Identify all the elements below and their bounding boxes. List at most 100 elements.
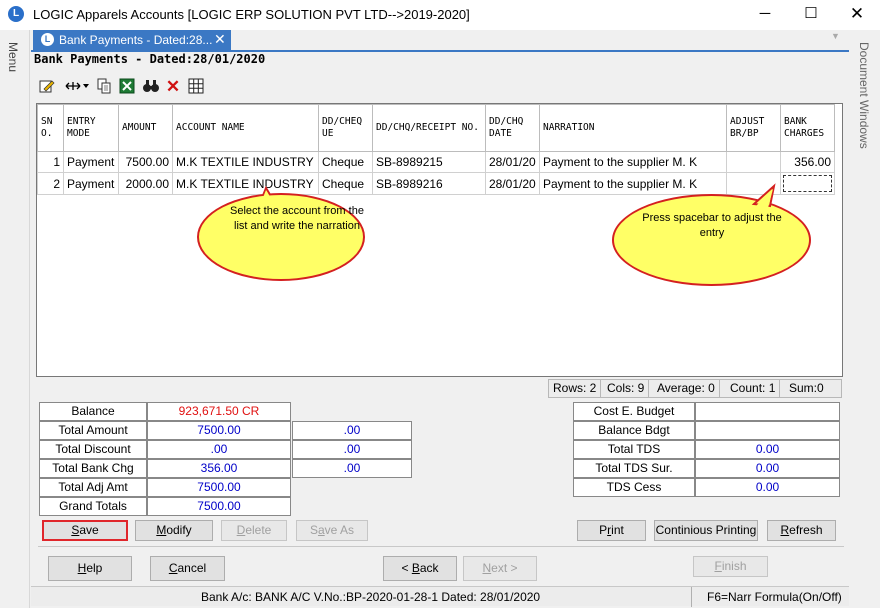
total-tds-label: Total TDS xyxy=(573,440,695,459)
cell-amount[interactable]: 2000.00 xyxy=(118,172,173,195)
close-window-button[interactable]: ✕ xyxy=(834,0,880,30)
total-amount-label: Total Amount xyxy=(39,421,147,440)
total-tds-sur-value: 0.00 xyxy=(695,459,840,478)
logic-logo-icon: L xyxy=(8,6,24,22)
table-row[interactable]: 1 Payment 7500.00 M.K TEXTILE INDUSTRY C… xyxy=(37,151,835,173)
cell-chq-date[interactable]: 28/01/20 xyxy=(485,151,540,173)
balance-bdgt-label: Balance Bdgt xyxy=(573,421,695,440)
edit-icon[interactable] xyxy=(38,78,56,96)
callout-pointer-adjust xyxy=(751,183,776,208)
status-rows: Rows: 2 xyxy=(549,380,602,397)
cell-dd-cheque[interactable]: Cheque xyxy=(318,151,373,173)
menu-label[interactable]: Menu xyxy=(6,42,20,72)
logic-logo-icon: L xyxy=(41,33,54,46)
excel-icon[interactable] xyxy=(118,78,136,96)
callout-adjust-text: Press spacebar to adjust the entry xyxy=(642,212,782,239)
help-button[interactable]: Help xyxy=(48,556,132,581)
status-divider xyxy=(691,587,692,607)
total-bank-chg-value: 356.00 xyxy=(147,459,291,478)
continious-printing-button[interactable]: Continious Printing xyxy=(654,520,758,541)
menu-sidebar[interactable] xyxy=(0,30,30,608)
callout-pointer-account-fill xyxy=(259,190,276,206)
col-header-amount[interactable]: AMOUNT xyxy=(118,104,173,152)
cell-narration[interactable]: Payment to the supplier M. K xyxy=(539,172,727,195)
delete-button[interactable]: Delete xyxy=(221,520,287,541)
col-header-receipt-no[interactable]: DD/CHQ/RECEIPT NO. xyxy=(372,104,486,152)
delete-row-icon[interactable]: ✕ xyxy=(164,78,182,96)
cell-receipt-no[interactable]: SB-8989215 xyxy=(372,151,486,173)
cell-chq-date[interactable]: 28/01/20 xyxy=(485,172,540,195)
refresh-button[interactable]: Refresh xyxy=(767,520,836,541)
separator xyxy=(38,546,844,547)
modify-button[interactable]: Modify xyxy=(135,520,213,541)
cost-e-budget-label: Cost E. Budget xyxy=(573,402,695,421)
status-average: Average: 0 xyxy=(653,380,720,397)
finish-button[interactable]: Finish xyxy=(693,556,768,577)
grand-totals-value: 7500.00 xyxy=(147,497,291,516)
status-sum: Sum:0 xyxy=(789,381,824,395)
print-button[interactable]: Print xyxy=(577,520,646,541)
total-discount-label: Total Discount xyxy=(39,440,147,459)
status-cols: Cols: 9 xyxy=(603,380,650,397)
voucher-status-text: Bank A/c: BANK A/C V.No.:BP-2020-01-28-1… xyxy=(201,590,541,604)
grand-totals-label: Grand Totals xyxy=(39,497,147,516)
col-header-chq-date[interactable]: DD/CHQ DATE xyxy=(485,104,540,152)
selected-cell-editor[interactable] xyxy=(783,175,832,192)
tab-bank-payments[interactable]: L Bank Payments - Dated:28... ✕ xyxy=(33,30,231,50)
total-bank-chg-label: Total Bank Chg xyxy=(39,459,147,478)
minimize-button[interactable]: ─ xyxy=(742,0,788,30)
copy-icon[interactable] xyxy=(95,78,113,96)
cell-entry-mode[interactable]: Payment xyxy=(63,151,119,173)
form-title: Bank Payments - Dated:28/01/2020 xyxy=(34,52,266,66)
save-button[interactable]: Save xyxy=(42,520,128,541)
total-adj-amt-value: 7500.00 xyxy=(147,478,291,497)
tab-label: Bank Payments - Dated:28... xyxy=(59,33,213,47)
maximize-button[interactable]: ☐ xyxy=(788,0,834,30)
balance-label: Balance xyxy=(39,402,147,421)
col-header-account-name[interactable]: ACCOUNT NAME xyxy=(172,104,319,152)
total-discount-value: .00 xyxy=(147,440,291,459)
tds-cess-value: 0.00 xyxy=(695,478,840,497)
col-header-sno[interactable]: SN O. xyxy=(37,104,64,152)
col-header-bank-charges[interactable]: BANK CHARGES xyxy=(780,104,835,152)
total-adj-amt-label: Total Adj Amt xyxy=(39,478,147,497)
find-icon[interactable] xyxy=(142,78,160,96)
save-as-button[interactable]: Save As xyxy=(296,520,368,541)
grid-icon[interactable] xyxy=(187,78,205,96)
callout-account-text: Select the account from the list and wri… xyxy=(230,205,364,232)
col-header-narration[interactable]: NARRATION xyxy=(539,104,727,152)
balance-bdgt-value xyxy=(695,421,840,440)
col-header-adjust[interactable]: ADJUST BR/BP xyxy=(726,104,781,152)
cell-sno[interactable]: 2 xyxy=(37,172,64,195)
tab-dropdown-icon[interactable]: ▼ xyxy=(831,31,840,41)
status-count: Count: 1 xyxy=(726,380,781,397)
table-row[interactable]: 2 Payment 2000.00 M.K TEXTILE INDUSTRY C… xyxy=(37,172,835,195)
balance-value: 923,671.50 CR xyxy=(147,402,291,421)
grid-status-bar: Rows: 2 Cols: 9 Average: 0 Count: 1 Sum:… xyxy=(548,379,842,398)
total-tds-sur-label: Total TDS Sur. xyxy=(573,459,695,478)
column-width-icon[interactable] xyxy=(64,78,90,96)
cell-account-name[interactable]: M.K TEXTILE INDUSTRY xyxy=(172,151,319,173)
cell-amount[interactable]: 7500.00 xyxy=(118,151,173,173)
total-discount-extra: .00 xyxy=(292,440,412,459)
window-title: LOGIC Apparels Accounts [LOGIC ERP SOLUT… xyxy=(33,7,470,22)
total-bank-chg-extra: .00 xyxy=(292,459,412,478)
total-tds-value: 0.00 xyxy=(695,440,840,459)
status-bar: Bank A/c: BANK A/C V.No.:BP-2020-01-28-1… xyxy=(31,586,849,607)
back-button[interactable]: < Back xyxy=(383,556,457,581)
next-button[interactable]: Next > xyxy=(463,556,537,581)
total-amount-extra: .00 xyxy=(292,421,412,440)
tab-close-icon[interactable]: ✕ xyxy=(214,31,226,48)
total-amount-value: 7500.00 xyxy=(147,421,291,440)
cost-e-budget-value xyxy=(695,402,840,421)
narr-formula-status[interactable]: F6=Narr Formula(On/Off) xyxy=(707,590,842,604)
cell-entry-mode[interactable]: Payment xyxy=(63,172,119,195)
grid-header-row: SN O. ENTRY MODE AMOUNT ACCOUNT NAME DD/… xyxy=(37,104,835,152)
cancel-button[interactable]: Cancel xyxy=(150,556,225,581)
col-header-entry-mode[interactable]: ENTRY MODE xyxy=(63,104,119,152)
cell-sno[interactable]: 1 xyxy=(37,151,64,173)
col-header-dd-cheque[interactable]: DD/CHEQ UE xyxy=(318,104,373,152)
tds-cess-label: TDS Cess xyxy=(573,478,695,497)
document-windows-label[interactable]: Document Windows xyxy=(857,42,871,149)
cell-narration[interactable]: Payment to the supplier M. K xyxy=(539,151,727,173)
